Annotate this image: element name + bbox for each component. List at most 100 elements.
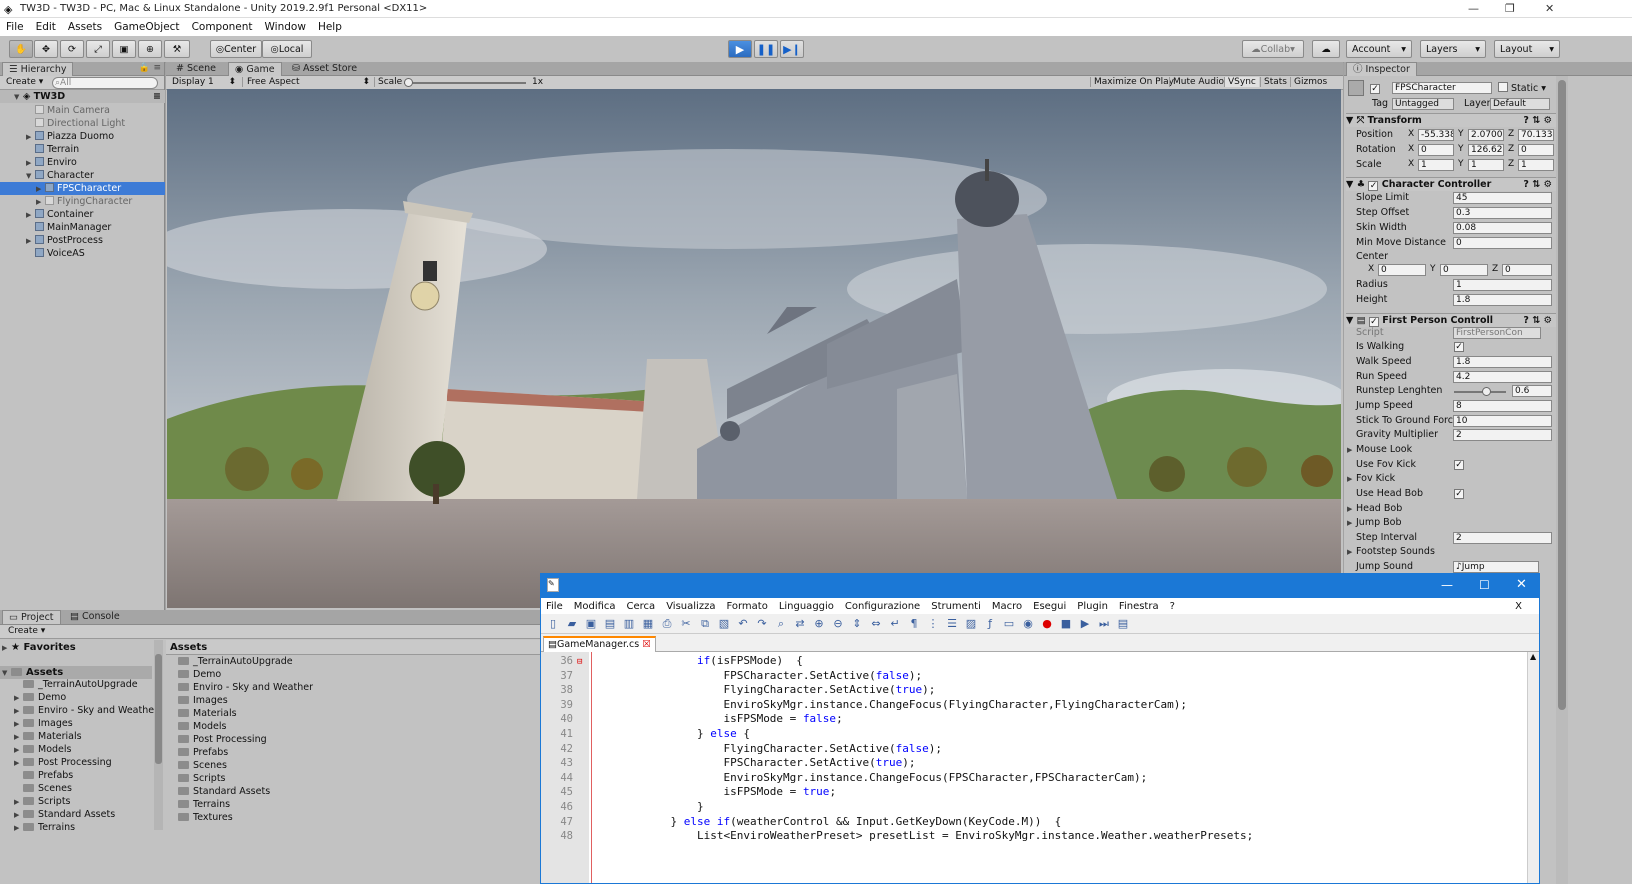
fps-controller-header[interactable]: ▼ ▤ ✓ First Person Controll? ⇅ ⚙ (1346, 313, 1556, 327)
code-line[interactable]: 36 ⊟ if(isFPSMode) { (547, 654, 1537, 669)
project-tree-item[interactable]: ▶ Models (14, 743, 71, 756)
npp-menu-esegui[interactable]: Esegui (1033, 601, 1066, 612)
jump-speed-input[interactable]: 8 (1453, 400, 1552, 412)
npp-menu-plugin[interactable]: Plugin (1077, 601, 1108, 612)
npp-menu-finestra[interactable]: Finestra (1119, 601, 1159, 612)
replace-icon[interactable]: ⇄ (792, 616, 808, 632)
layers-dropdown[interactable]: Layers ▾ (1420, 40, 1486, 58)
hierarchy-create-button[interactable]: Create ▾ (6, 77, 43, 87)
expand-closed-icon[interactable]: ▶ (1347, 502, 1356, 516)
code-line[interactable]: 38 FlyingCharacter.SetActive(true); (547, 683, 1537, 698)
npp-menu-strumenti[interactable]: Strumenti (931, 601, 981, 612)
transform-y-input[interactable]: 2.0700 (1468, 129, 1504, 141)
new-file-icon[interactable]: ▯ (545, 616, 561, 632)
transform-z-input[interactable]: 1 (1518, 159, 1554, 171)
rect-tool-icon[interactable]: ▣ (112, 40, 136, 58)
asset-folder-item[interactable]: Textures (178, 811, 233, 824)
collab-button[interactable]: ☁ Collab ▾ (1242, 40, 1304, 58)
tab-asset-store[interactable]: ⛁ Asset Store (286, 62, 363, 76)
menu-help[interactable]: Help (318, 21, 342, 33)
slope-limit-input[interactable]: 45 (1453, 192, 1552, 204)
hierarchy-search-input[interactable]: ⌕All (52, 77, 158, 89)
asset-folder-item[interactable]: Enviro - Sky and Weather (178, 681, 313, 694)
copy-icon[interactable]: ⧉ (697, 616, 713, 632)
tab-inspector[interactable]: ⓘ Inspector (1346, 62, 1417, 76)
expand-closed-icon[interactable]: ▶ (1347, 472, 1356, 486)
inspector-scrollbar[interactable] (1556, 76, 1568, 884)
paste-icon[interactable]: ▧ (716, 616, 732, 632)
find-icon[interactable]: ⌕ (773, 616, 789, 632)
code-line[interactable]: 42 FlyingCharacter.SetActive(false); (547, 742, 1537, 757)
scroll-up-icon[interactable]: ▲ (1530, 652, 1536, 661)
project-tree-item[interactable]: ▶ Demo (14, 691, 66, 704)
gravity-input[interactable]: 2 (1453, 429, 1552, 441)
hierarchy-row[interactable]: ▶ Container (0, 208, 165, 221)
lock-icon[interactable]: 🔒 (139, 63, 150, 73)
project-tree-scrollbar[interactable] (154, 640, 163, 830)
menu-edit[interactable]: Edit (36, 21, 56, 33)
static-toggle[interactable]: Static ▾ (1498, 82, 1546, 94)
footstep-sounds-foldout[interactable]: Footstep Sounds (1356, 546, 1435, 557)
maximize-on-play-toggle[interactable]: Maximize On Play (1090, 77, 1177, 87)
transform-z-input[interactable]: 0 (1518, 144, 1554, 156)
expand-closed-icon[interactable]: ▶ (1347, 516, 1356, 530)
close-file-icon[interactable]: ▥ (621, 616, 637, 632)
asset-folder-item[interactable]: Terrains (178, 798, 230, 811)
code-line[interactable]: 45 isFPSMode = true; (547, 785, 1537, 800)
code-line[interactable]: 43 FPSCharacter.SetActive(true); (547, 756, 1537, 771)
vsync-toggle[interactable]: VSync (1224, 77, 1259, 87)
project-tree-item[interactable]: Scenes (14, 782, 72, 795)
hierarchy-row[interactable]: ▶ Piazza Duomo (0, 130, 165, 143)
zoom-in-icon[interactable]: ⊕ (811, 616, 827, 632)
udl-icon[interactable]: ☰ (944, 616, 960, 632)
minimize-icon[interactable]: — (1468, 2, 1479, 15)
move-tool-icon[interactable]: ✥ (34, 40, 58, 58)
object-name-input[interactable]: FPSCharacter (1392, 82, 1492, 94)
play-button[interactable]: ▶ (728, 40, 752, 58)
wrap-icon[interactable]: ↵ (887, 616, 903, 632)
menu-assets[interactable]: Assets (68, 21, 102, 33)
hierarchy-row[interactable]: Directional Light (0, 117, 165, 130)
center-z-input[interactable]: 0 (1502, 264, 1552, 276)
tab-console[interactable]: ▤ Console (64, 610, 126, 624)
open-file-icon[interactable]: ▰ (564, 616, 580, 632)
asset-folder-item[interactable]: Images (178, 694, 228, 707)
transform-header[interactable]: ▼ ⤧ Transform ? ⇅ ⚙ (1346, 113, 1556, 127)
transform-x-input[interactable]: 0 (1418, 144, 1454, 156)
layer-dropdown[interactable]: Default (1490, 98, 1550, 110)
runstep-slider-handle[interactable] (1482, 387, 1491, 396)
tab-hierarchy[interactable]: ☰ Hierarchy (2, 62, 74, 76)
menu-window[interactable]: Window (265, 21, 306, 33)
menu-component[interactable]: Component (192, 21, 253, 33)
close-icon[interactable]: ✕ (1545, 2, 1554, 15)
code-line[interactable]: 44 EnviroSkyMgr.instance.ChangeFocus(FPS… (547, 771, 1537, 786)
undo-icon[interactable]: ↶ (735, 616, 751, 632)
cloud-button[interactable]: ☁ (1312, 40, 1340, 58)
save-macro-icon[interactable]: ▤ (1115, 616, 1131, 632)
hierarchy-row[interactable]: ▼ Character (0, 169, 165, 182)
print-icon[interactable]: ⎙ (659, 616, 675, 632)
notepad-close-icon[interactable]: ✕ (1516, 577, 1527, 592)
hierarchy-row[interactable]: Terrain (0, 143, 165, 156)
project-tree-item[interactable]: Prefabs (14, 769, 73, 782)
hierarchy-row[interactable]: Main Camera (0, 104, 165, 117)
rotate-tool-icon[interactable]: ⟳ (60, 40, 84, 58)
walk-speed-input[interactable]: 1.8 (1453, 356, 1552, 368)
code-line[interactable]: 46 } (547, 800, 1537, 815)
project-tree-item[interactable]: ▶ Terrains (14, 821, 75, 834)
use-head-bob-checkbox[interactable]: ✓ (1454, 489, 1464, 499)
menu-gameobject[interactable]: GameObject (114, 21, 179, 33)
transform-x-input[interactable]: -55.338 (1418, 129, 1454, 141)
sync-v-icon[interactable]: ⇕ (849, 616, 865, 632)
custom-tool-icon[interactable]: ⚒ (164, 40, 190, 58)
fold-minus-icon[interactable]: ⊟ (577, 655, 591, 670)
jump-bob-foldout[interactable]: Jump Bob (1356, 517, 1402, 528)
project-tree-item[interactable]: ▶ Post Processing (14, 756, 112, 769)
stick-ground-input[interactable]: 10 (1453, 415, 1552, 427)
use-fov-kick-checkbox[interactable]: ✓ (1454, 460, 1464, 470)
run-speed-input[interactable]: 4.2 (1453, 371, 1552, 383)
step-button[interactable]: ▶❙ (780, 40, 804, 58)
tab-gamemanager[interactable]: ▤GameManager.cs ☒ (543, 636, 656, 652)
hierarchy-row[interactable]: VoiceAS (0, 247, 165, 260)
maximize-icon[interactable]: ❐ (1505, 2, 1515, 15)
